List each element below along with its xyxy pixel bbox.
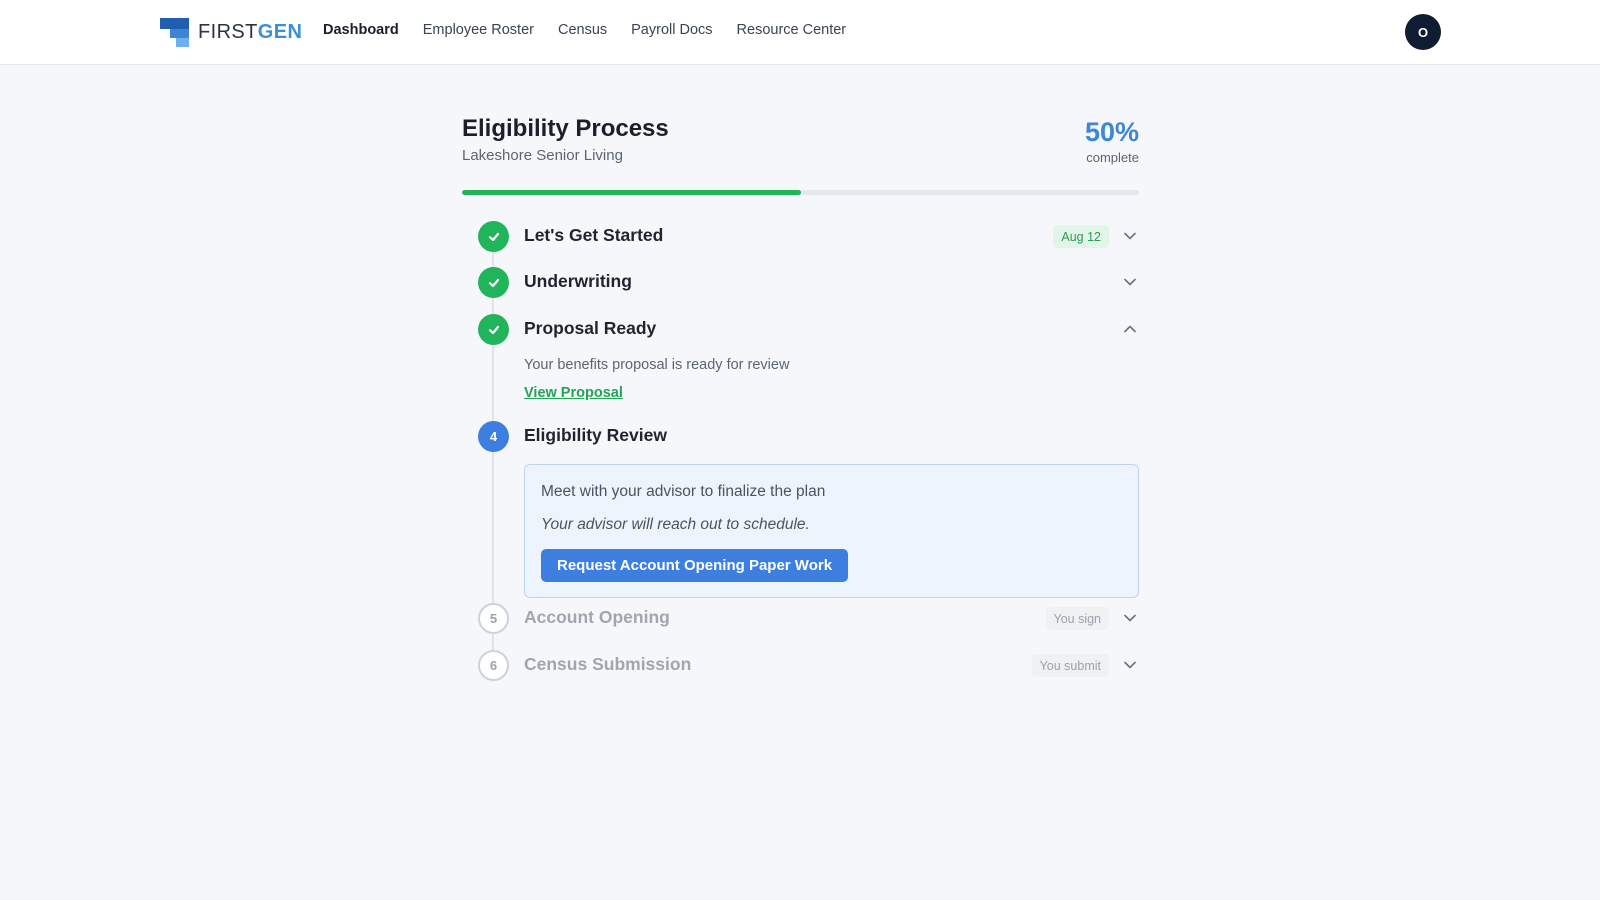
step-title: Account Opening bbox=[524, 607, 670, 627]
chevron-up-icon[interactable] bbox=[1123, 322, 1137, 336]
check-icon bbox=[478, 221, 509, 252]
step-proposal-ready: Proposal Ready Your benefits proposal is… bbox=[462, 313, 1139, 401]
step-title: Eligibility Review bbox=[524, 425, 667, 445]
logo-gen: GEN bbox=[257, 20, 303, 43]
step-date-badge: Aug 12 bbox=[1053, 225, 1109, 248]
panel-note: Your advisor will reach out to schedule. bbox=[541, 516, 810, 533]
chevron-down-icon[interactable] bbox=[1123, 275, 1137, 289]
step-owner-badge: You submit bbox=[1031, 654, 1109, 677]
chevron-down-icon[interactable] bbox=[1123, 611, 1137, 625]
logo-first: FIRST bbox=[198, 20, 258, 43]
step-description: Your benefits proposal is ready for revi… bbox=[524, 357, 790, 373]
panel-instruction: Meet with your advisor to finalize the p… bbox=[541, 483, 826, 500]
eligibility-review-panel: Meet with your advisor to finalize the p… bbox=[524, 464, 1139, 598]
process-header: Eligibility Process Lakeshore Senior Liv… bbox=[462, 115, 1139, 195]
nav-census[interactable]: Census bbox=[558, 22, 607, 38]
nav-dashboard[interactable]: Dashboard bbox=[323, 22, 399, 38]
step-census-submission: 6 Census Submission You submit bbox=[462, 649, 1139, 681]
main-nav: Dashboard Employee Roster Census Payroll… bbox=[323, 22, 846, 38]
nav-payroll-docs[interactable]: Payroll Docs bbox=[631, 22, 712, 38]
progress-bar-fill bbox=[462, 190, 801, 195]
progress-bar bbox=[462, 190, 1139, 195]
step-header[interactable]: Proposal Ready bbox=[462, 313, 1139, 345]
step-title: Proposal Ready bbox=[524, 318, 657, 338]
step-header[interactable]: 4 Eligibility Review bbox=[462, 420, 1139, 452]
step-title: Underwriting bbox=[524, 271, 632, 291]
logo-mark-icon bbox=[160, 17, 189, 47]
logo-wordmark: FIRSTGEN bbox=[198, 21, 302, 44]
step-header[interactable]: 5 Account Opening You sign bbox=[462, 602, 1139, 634]
nav-resource-center[interactable]: Resource Center bbox=[737, 22, 847, 38]
step-header[interactable]: Underwriting bbox=[462, 266, 1139, 298]
company-name: Lakeshore Senior Living bbox=[462, 147, 623, 164]
step-underwriting: Underwriting bbox=[462, 266, 1139, 298]
nav-employee-roster[interactable]: Employee Roster bbox=[423, 22, 534, 38]
step-number-badge: 6 bbox=[478, 650, 509, 681]
step-header[interactable]: Let's Get Started Aug 12 bbox=[462, 220, 1139, 252]
check-icon bbox=[478, 267, 509, 298]
step-lets-get-started: Let's Get Started Aug 12 bbox=[462, 220, 1139, 252]
step-header[interactable]: 6 Census Submission You submit bbox=[462, 649, 1139, 681]
user-avatar[interactable]: O bbox=[1405, 14, 1441, 50]
step-account-opening: 5 Account Opening You sign bbox=[462, 602, 1139, 634]
top-nav-bar: FIRSTGEN Dashboard Employee Roster Censu… bbox=[0, 0, 1600, 65]
request-paperwork-button[interactable]: Request Account Opening Paper Work bbox=[541, 549, 849, 582]
check-icon bbox=[478, 314, 509, 345]
page-title: Eligibility Process bbox=[462, 115, 669, 142]
completion-label: complete bbox=[1086, 150, 1139, 165]
step-owner-badge: You sign bbox=[1045, 607, 1109, 630]
step-title: Census Submission bbox=[524, 654, 692, 674]
chevron-down-icon[interactable] bbox=[1123, 229, 1137, 243]
step-number-badge: 5 bbox=[478, 603, 509, 634]
firstgen-logo[interactable]: FIRSTGEN bbox=[160, 17, 302, 47]
step-title: Let's Get Started bbox=[524, 225, 664, 245]
view-proposal-link[interactable]: View Proposal bbox=[524, 385, 623, 401]
completion-percent: 50% bbox=[1084, 117, 1139, 147]
step-number-badge: 4 bbox=[478, 421, 509, 452]
completion-summary: 50% complete bbox=[1085, 117, 1139, 165]
step-eligibility-review: 4 Eligibility Review Meet with your advi… bbox=[462, 420, 1139, 598]
chevron-down-icon[interactable] bbox=[1123, 658, 1137, 672]
